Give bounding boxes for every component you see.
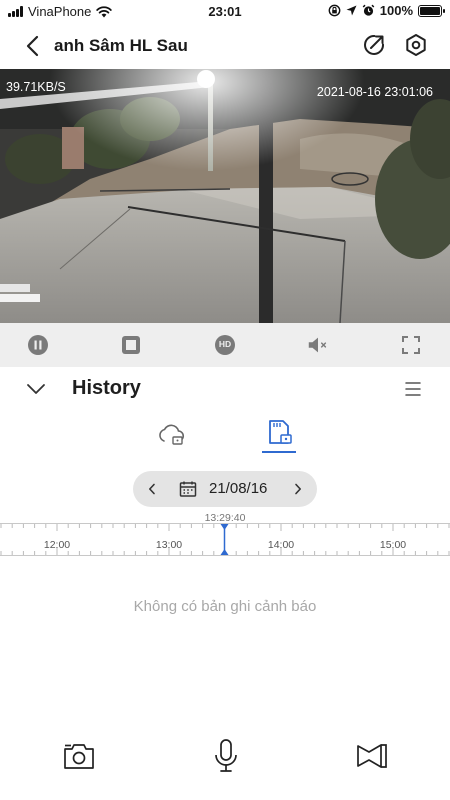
chevron-left-icon bbox=[149, 483, 155, 495]
camera-icon[interactable] bbox=[62, 740, 96, 772]
cloud-icon[interactable] bbox=[156, 419, 186, 449]
next-date-button[interactable] bbox=[291, 478, 305, 500]
bitrate-label: 39.71KB/S bbox=[6, 80, 66, 94]
battery-percent: 100% bbox=[379, 3, 413, 18]
hd-label: HD bbox=[218, 339, 232, 349]
stop-button[interactable] bbox=[119, 333, 143, 357]
hd-button[interactable]: HD bbox=[213, 333, 237, 357]
history-title: History bbox=[72, 377, 141, 399]
location-icon bbox=[346, 5, 357, 16]
prev-date-button[interactable] bbox=[145, 478, 159, 500]
video-record-icon[interactable] bbox=[355, 742, 389, 770]
bottom-actions bbox=[0, 736, 450, 776]
source-tabs bbox=[0, 415, 450, 459]
video-feed[interactable]: 39.71KB/S 2021-08-16 23:01:06 bbox=[0, 69, 450, 323]
chevron-right-icon bbox=[295, 483, 301, 495]
stop-icon bbox=[122, 336, 140, 354]
video-timestamp: 2021-08-16 23:01:06 bbox=[316, 85, 433, 99]
status-bar: VinaPhone 23:01 100% bbox=[0, 0, 450, 24]
camera-scene bbox=[0, 69, 450, 323]
back-icon[interactable] bbox=[20, 32, 48, 60]
timeline-label: 13:00 bbox=[155, 539, 183, 551]
pause-icon bbox=[28, 335, 48, 355]
timeline-label: 12:00 bbox=[43, 539, 71, 551]
timeline-cursor-top bbox=[220, 524, 229, 530]
timeline-cursor-bottom bbox=[220, 549, 229, 555]
nav-bar: anh Sâm HL Sau bbox=[0, 26, 450, 66]
date-selector: 21/08/16 bbox=[133, 471, 317, 507]
chevron-down-icon[interactable] bbox=[25, 381, 47, 397]
battery-icon bbox=[418, 4, 445, 17]
menu-icon[interactable] bbox=[404, 380, 422, 398]
timeline-label: 14:00 bbox=[267, 539, 295, 551]
timeline-label: 15:00 bbox=[379, 539, 407, 551]
fullscreen-icon bbox=[402, 336, 420, 354]
status-right: 100% bbox=[328, 3, 445, 18]
mute-icon bbox=[308, 337, 327, 353]
settings-icon[interactable] bbox=[404, 33, 428, 57]
date-value[interactable]: 21/08/16 bbox=[209, 480, 267, 497]
mute-button[interactable] bbox=[306, 333, 330, 357]
microphone-icon[interactable] bbox=[211, 738, 241, 774]
timeline[interactable]: 13:29:40 12:00 13:00 14:00 15:00 bbox=[0, 508, 450, 560]
screen-lock-icon bbox=[328, 4, 341, 17]
fullscreen-button[interactable] bbox=[399, 333, 423, 357]
active-tab-indicator bbox=[262, 451, 296, 453]
playback-controls: HD bbox=[0, 323, 450, 367]
calendar-icon[interactable] bbox=[179, 480, 197, 498]
empty-state-message: Không có bản ghi cảnh báo bbox=[133, 598, 317, 615]
sd-card-icon[interactable] bbox=[262, 415, 296, 453]
alarm-icon bbox=[362, 4, 375, 16]
history-header: History bbox=[0, 367, 450, 411]
pause-button[interactable] bbox=[26, 333, 50, 357]
share-icon[interactable] bbox=[362, 33, 386, 57]
page-title: anh Sâm HL Sau bbox=[54, 36, 188, 55]
